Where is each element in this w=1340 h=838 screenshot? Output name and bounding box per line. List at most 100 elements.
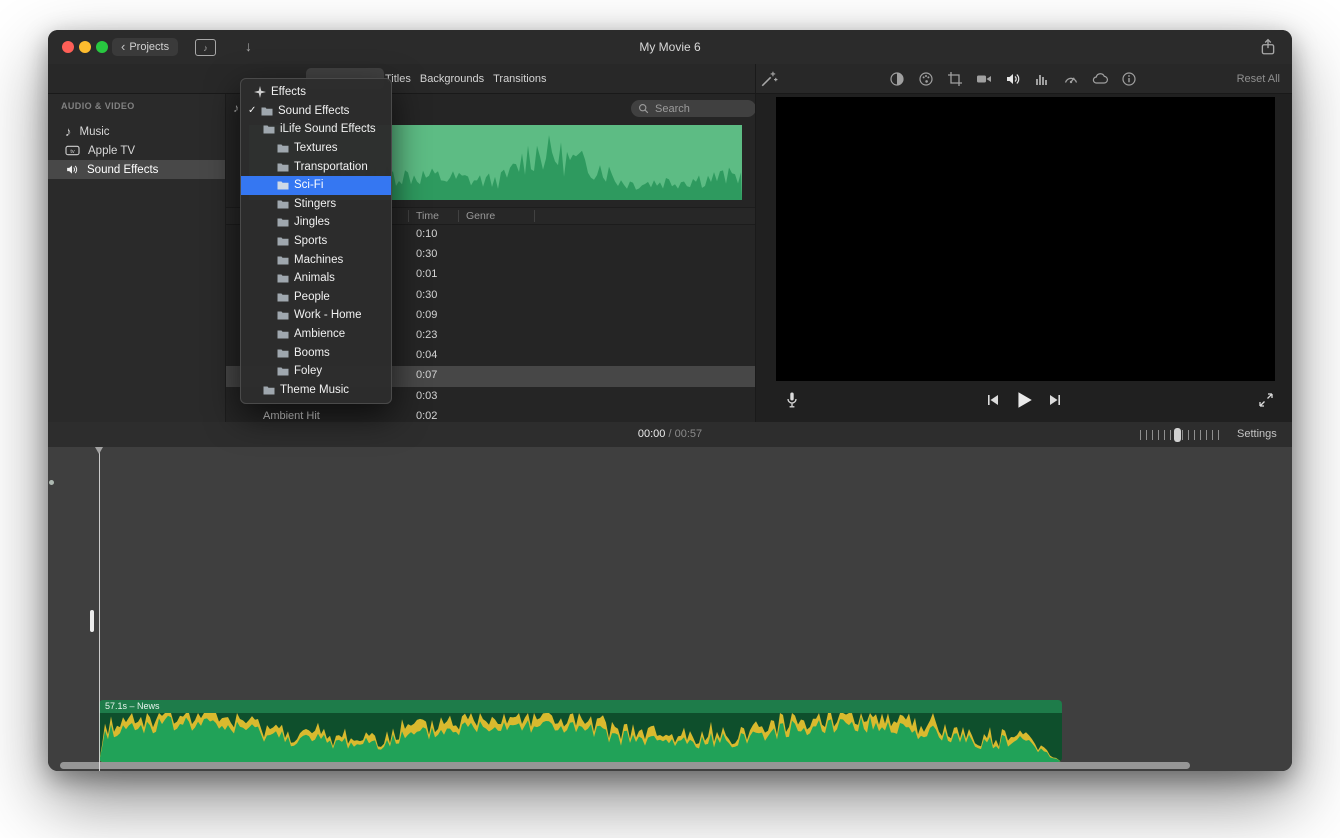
zoom-button[interactable] bbox=[96, 41, 108, 53]
sidebar-item-music[interactable]: ♪ Music bbox=[48, 122, 225, 141]
tab-transitions[interactable]: Transitions bbox=[493, 73, 546, 85]
item-time: 0:30 bbox=[416, 289, 437, 301]
menu-item-people[interactable]: People bbox=[241, 288, 391, 307]
menu-item-ilife-sound-effects[interactable]: iLife Sound Effects bbox=[241, 120, 391, 139]
sidebar-item-label: Apple TV bbox=[88, 145, 135, 157]
search-input[interactable] bbox=[653, 102, 745, 116]
menu-item-sound-effects[interactable]: ✓ Sound Effects bbox=[241, 102, 391, 121]
item-time: 0:10 bbox=[416, 228, 437, 240]
tab-backgrounds[interactable]: Backgrounds bbox=[420, 73, 484, 85]
zoom-slider-thumb[interactable] bbox=[1174, 428, 1181, 442]
menu-item-work-home[interactable]: Work - Home bbox=[241, 306, 391, 325]
playhead-handle[interactable] bbox=[95, 447, 103, 454]
menu-item-booms[interactable]: Booms bbox=[241, 343, 391, 362]
info-button[interactable] bbox=[1121, 71, 1137, 87]
skip-back-button[interactable] bbox=[984, 392, 1002, 408]
folder-icon bbox=[277, 348, 289, 358]
list-item[interactable]: Ambient Hit 0:02 bbox=[226, 407, 755, 422]
column-header-genre[interactable]: Genre bbox=[466, 210, 495, 222]
menu-item-label: Booms bbox=[294, 347, 330, 359]
reset-all-button[interactable]: Reset All bbox=[1237, 73, 1280, 85]
clip-header: 57.1s – News bbox=[99, 700, 1062, 713]
skip-forward-button[interactable] bbox=[1046, 392, 1064, 408]
video-camera-icon bbox=[976, 71, 992, 87]
effects-sparkle-icon bbox=[254, 86, 266, 98]
menu-item-animals[interactable]: Animals bbox=[241, 269, 391, 288]
menu-item-transportation[interactable]: Transportation bbox=[241, 157, 391, 176]
column-separator[interactable] bbox=[534, 210, 535, 222]
settings-button[interactable]: Settings bbox=[1237, 428, 1277, 440]
stabilization-button[interactable] bbox=[976, 71, 992, 87]
column-separator[interactable] bbox=[408, 210, 409, 222]
column-separator[interactable] bbox=[458, 210, 459, 222]
palette-icon bbox=[918, 71, 934, 87]
time-display: 00:00 / 00:57 bbox=[638, 428, 702, 440]
menu-item-theme-music[interactable]: Theme Music bbox=[241, 381, 391, 400]
sidebar-item-apple-tv[interactable]: tv Apple TV bbox=[48, 141, 225, 160]
menu-item-ambience[interactable]: Ambience bbox=[241, 325, 391, 344]
sidebar-item-sound-effects[interactable]: Sound Effects bbox=[48, 160, 225, 179]
item-time: 0:02 bbox=[416, 410, 437, 422]
column-header-time[interactable]: Time bbox=[416, 210, 439, 222]
browser-tabs: Titles Backgrounds Transitions bbox=[385, 64, 546, 93]
time-separator: / bbox=[668, 428, 671, 440]
viewer-panel bbox=[755, 94, 1292, 422]
share-button[interactable] bbox=[1259, 38, 1277, 56]
sidebar-header: AUDIO & VIDEO bbox=[61, 101, 135, 111]
horizontal-scrollbar[interactable] bbox=[60, 762, 1190, 769]
menu-item-label: Theme Music bbox=[280, 384, 349, 396]
menu-item-label: Foley bbox=[294, 365, 322, 377]
media-note-icon: ♪ bbox=[203, 43, 208, 53]
folder-icon bbox=[277, 292, 289, 302]
audio-clip[interactable]: 57.1s – News bbox=[99, 700, 1062, 762]
menu-item-label: Stingers bbox=[294, 198, 336, 210]
minimize-button[interactable] bbox=[79, 41, 91, 53]
apple-tv-icon: tv bbox=[65, 144, 80, 157]
total-duration: 00:57 bbox=[675, 428, 703, 440]
menu-item-textures[interactable]: Textures bbox=[241, 139, 391, 158]
timeline[interactable]: 57.1s – News bbox=[48, 447, 1292, 771]
menu-item-label: Transportation bbox=[294, 161, 368, 173]
menu-item-stingers[interactable]: Stingers bbox=[241, 195, 391, 214]
menu-item-sports[interactable]: Sports bbox=[241, 232, 391, 251]
speed-button[interactable] bbox=[1063, 71, 1079, 87]
color-balance-button[interactable] bbox=[889, 71, 905, 87]
media-browser-button[interactable]: ♪ bbox=[195, 39, 216, 56]
menu-item-label: Textures bbox=[294, 142, 337, 154]
folder-icon bbox=[277, 236, 289, 246]
menu-item-sci-fi[interactable]: Sci-Fi bbox=[241, 176, 391, 195]
zoom-ticks bbox=[1140, 430, 1222, 440]
clip-waveform-graphic bbox=[99, 713, 1062, 762]
menu-item-jingles[interactable]: Jingles bbox=[241, 213, 391, 232]
close-button[interactable] bbox=[62, 41, 74, 53]
info-icon bbox=[1121, 71, 1137, 87]
noise-reduction-button[interactable] bbox=[1034, 71, 1050, 87]
menu-item-effects[interactable]: Effects bbox=[241, 83, 391, 102]
current-time: 00:00 bbox=[638, 428, 666, 440]
fullscreen-button[interactable] bbox=[1256, 390, 1276, 410]
browser-toolbar: Titles Backgrounds Transitions bbox=[48, 64, 1292, 94]
adjustment-toolbar bbox=[889, 64, 1137, 93]
filters-button[interactable] bbox=[1092, 71, 1108, 87]
playhead[interactable] bbox=[99, 447, 100, 771]
play-button[interactable] bbox=[1013, 389, 1035, 411]
timeline-zoom-slider[interactable] bbox=[1140, 430, 1222, 440]
item-time: 0:01 bbox=[416, 268, 437, 280]
import-button[interactable]: ↓ bbox=[245, 38, 252, 54]
menu-item-foley[interactable]: Foley bbox=[241, 362, 391, 381]
auto-enhance-button[interactable] bbox=[760, 70, 778, 88]
menu-item-label: Animals bbox=[294, 272, 335, 284]
search-icon bbox=[638, 103, 649, 114]
menu-item-machines[interactable]: Machines bbox=[241, 250, 391, 269]
clip-connection-dot bbox=[49, 480, 54, 485]
menu-item-label: People bbox=[294, 291, 330, 303]
search-field[interactable] bbox=[631, 100, 755, 117]
window-title: My Movie 6 bbox=[639, 40, 700, 54]
crop-button[interactable] bbox=[947, 71, 963, 87]
projects-back-button[interactable]: ‹ Projects bbox=[112, 38, 178, 56]
voiceover-button[interactable] bbox=[782, 388, 802, 412]
color-correction-button[interactable] bbox=[918, 71, 934, 87]
menu-item-label: Sports bbox=[294, 235, 327, 247]
folder-icon bbox=[277, 180, 289, 190]
volume-button[interactable] bbox=[1005, 71, 1021, 87]
